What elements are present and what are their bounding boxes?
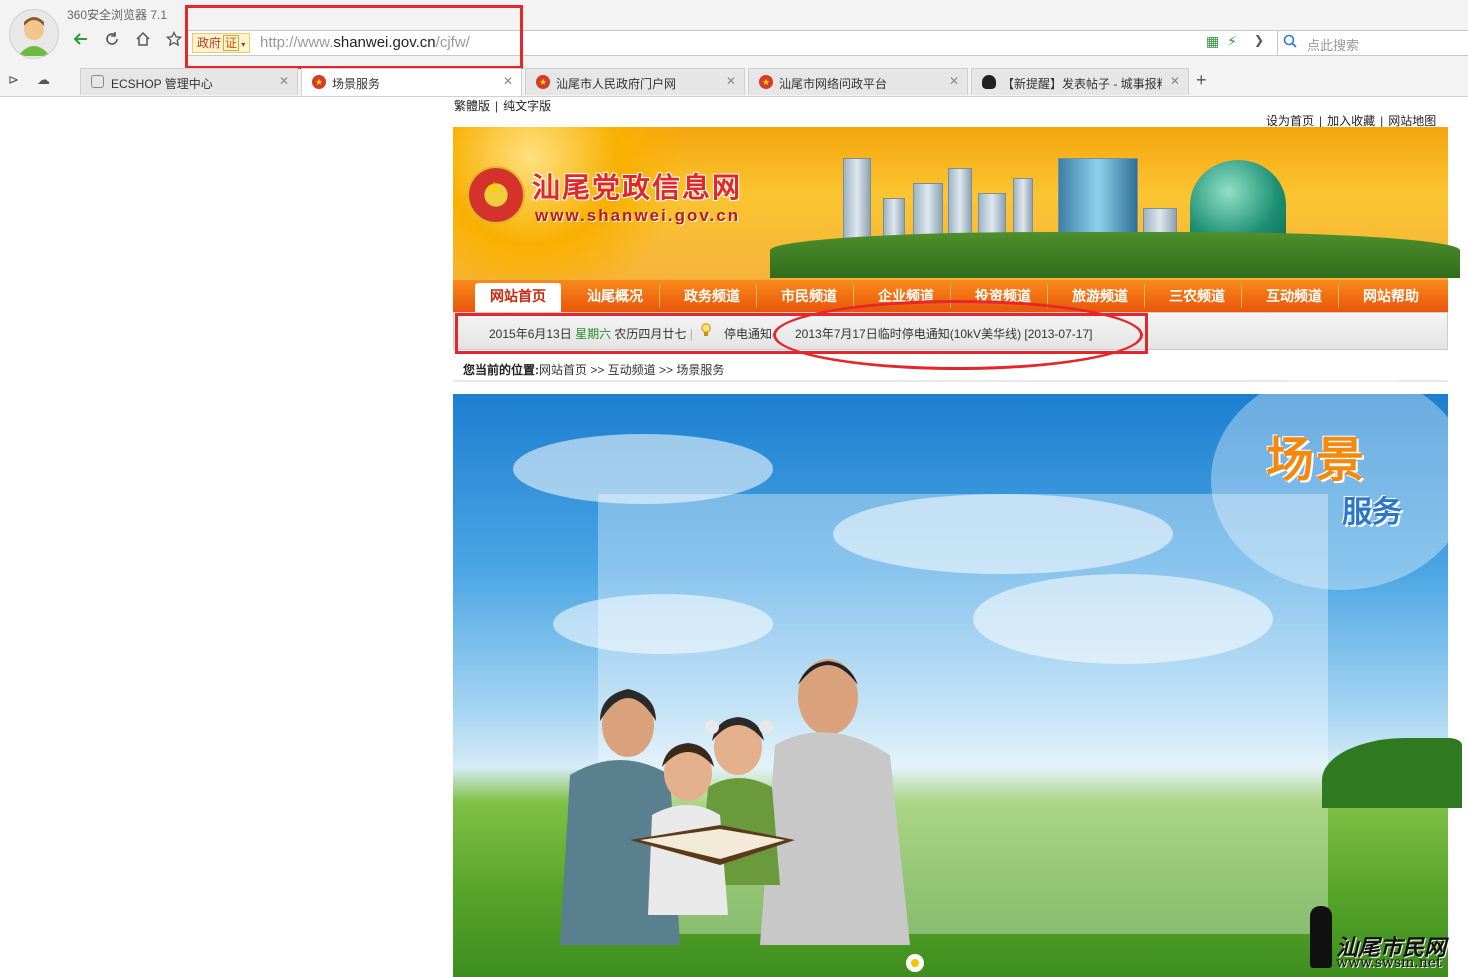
hero-title-scene: 场景 [1266,432,1367,488]
site-title: 汕尾党政信息网 [532,171,743,204]
close-icon[interactable]: ✕ [1170,74,1180,88]
close-icon[interactable]: ✕ [949,74,959,88]
family-reading-illustration [560,659,924,972]
add-favorite-link[interactable]: 加入收藏 [1327,114,1375,128]
site-map-link[interactable]: 网站地图 [1388,114,1436,128]
nav-interaction[interactable]: 互动频道 [1251,286,1337,306]
close-icon[interactable]: ✕ [279,74,289,88]
back-arrow-icon[interactable] [68,31,94,55]
nav-tourism[interactable]: 旅游频道 [1057,286,1143,306]
breadcrumb-label: 您当前的位置: [463,363,539,377]
version-links: 繁體版 | 纯文字版 [454,97,551,114]
hero-title-service: 服务 [1342,495,1402,530]
page-icon [91,75,104,88]
breadcrumb-path[interactable]: 网站首页 >> 互动频道 >> 场景服务 [539,363,724,377]
tab-label: 汕尾市人民政府门户网 [556,77,677,91]
tab-online-politics[interactable]: ★ 汕尾市网络问政平台 ✕ [748,68,968,95]
qr-code-icon[interactable]: ▦ [1206,33,1219,49]
gov-emblem-icon: ★ [312,75,326,89]
nav-help[interactable]: 网站帮助 [1348,286,1434,306]
nav-government[interactable]: 政务频道 [669,286,755,306]
divider: | [1380,114,1384,128]
tab-shanwei-gov[interactable]: ★ 汕尾市人民政府门户网 ✕ [525,68,745,95]
user-avatar[interactable] [9,9,59,59]
tab-forum-post[interactable]: 【新提醒】发表帖子 - 城事报料 ✕ [971,68,1189,95]
nav-divider [1338,284,1339,308]
refresh-icon[interactable] [99,31,125,55]
address-dropdown-icon[interactable]: ❯ [1254,33,1264,47]
banner-trees [770,232,1460,278]
close-icon[interactable]: ✕ [503,74,513,88]
close-icon[interactable]: ✕ [726,74,736,88]
gov-emblem-icon: ★ [759,75,773,89]
annotation-oval-notice [773,300,1143,370]
nav-home[interactable]: 网站首页 [475,283,561,312]
nav-citizens[interactable]: 市民频道 [766,286,852,306]
nav-divider [659,284,660,308]
nav-divider [1144,284,1145,308]
site-url: www.shanwei.gov.cn [535,206,741,225]
nav-agriculture[interactable]: 三农频道 [1154,286,1240,306]
traditional-version-link[interactable]: 繁體版 [454,99,490,113]
text-only-link[interactable]: 纯文字版 [503,99,551,113]
search-placeholder: 点此搜索 [1307,38,1360,53]
divider: | [1319,114,1323,128]
annotation-box-url [185,5,523,69]
breadcrumb: 您当前的位置:网站首页 >> 互动频道 >> 场景服务 [463,361,724,378]
qr-and-speed-icons[interactable]: ▦ ⚡ [1206,33,1237,50]
tab-ecshop[interactable]: ECSHOP 管理中心 ✕ [80,68,298,95]
tab-label: 汕尾市网络问政平台 [779,77,888,91]
watermark-figure-icon [1310,906,1332,968]
nav-divider [1241,284,1242,308]
home-icon[interactable] [130,31,156,55]
sidebar-toggle-icon[interactable]: ⊳ ☁ [8,72,50,88]
nav-divider [756,284,757,308]
tab-label: ECSHOP 管理中心 [111,77,213,91]
search-icon[interactable] [1283,34,1297,51]
tab-scene-service[interactable]: ★ 场景服务 ✕ [301,68,522,96]
browser-title: 360安全浏览器 7.1 [67,8,168,22]
tab-label: 【新提醒】发表帖子 - 城事报料 [1002,77,1162,91]
search-input[interactable] [1277,30,1468,56]
bookmark-star-icon[interactable] [161,30,187,55]
person-icon [982,75,996,89]
set-homepage-link[interactable]: 设为首页 [1266,114,1314,128]
nav-shanwei-overview[interactable]: 汕尾概况 [572,286,658,306]
national-emblem-icon: ★ [467,166,525,224]
watermark-url: www.swsm.net [1336,955,1442,971]
lightning-icon[interactable]: ⚡ [1227,33,1237,49]
nav-divider [853,284,854,308]
avatar-person-icon [18,17,50,56]
gov-emblem-icon: ★ [536,75,550,89]
new-tab-plus-icon[interactable]: + [1196,70,1207,91]
tab-label: 场景服务 [332,77,381,91]
divider: | [495,99,499,113]
